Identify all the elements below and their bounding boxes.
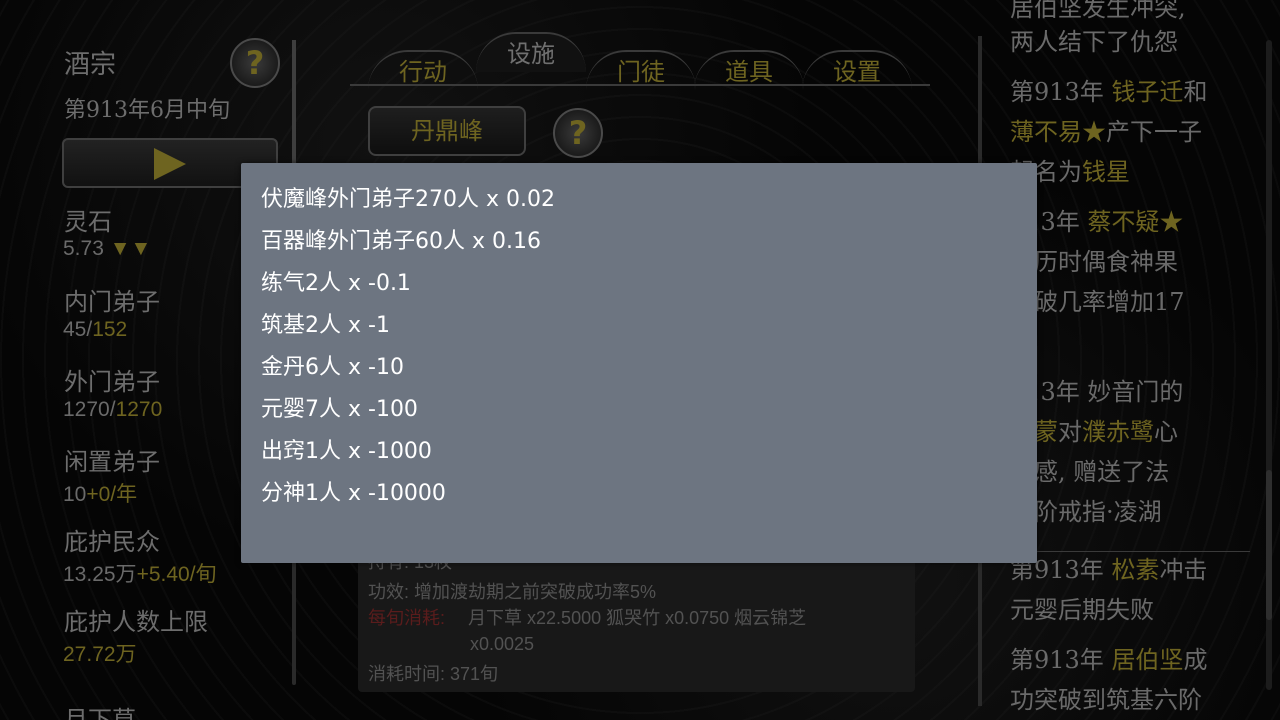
log-scrollbar-thumb[interactable] [1266, 470, 1272, 620]
popup-line: 伏魔峰外门弟子270人 x 0.02 [261, 187, 555, 212]
info-cost: 每旬消耗: 月下草 x22.5000 狐哭竹 x0.0750 烟云锦芝 [368, 604, 806, 630]
log-entry: 第913年 松素冲击 [1010, 556, 1208, 584]
stat-label-moon-grass: 月下草 [64, 706, 136, 720]
stat-value-protected-people: 13.25万+5.40/旬 [63, 563, 217, 586]
stat-label-spirit-stone: 灵石 [64, 208, 112, 236]
popup-line: 出窍1人 x -1000 [261, 439, 432, 464]
tab-settings[interactable]: 设置 [802, 50, 912, 90]
popup-line: 金丹6人 x -10 [261, 355, 404, 380]
game-date: 第913年6月中旬 [64, 98, 230, 123]
info-effect: 功效: 增加渡劫期之前突破成功率5% [368, 582, 657, 602]
main-tabs: 行动 设施 门徒 道具 设置 [350, 28, 930, 98]
info-time: 消耗时间: 371旬 [368, 664, 499, 684]
tab-items[interactable]: 道具 [694, 50, 804, 90]
help-button-facility[interactable]: ? [553, 108, 603, 158]
popup-line: 筑基2人 x -1 [261, 313, 390, 338]
log-entry: 元婴后期失败 [1010, 596, 1154, 624]
peak-select-button[interactable]: 丹鼎峰 [368, 106, 526, 156]
stat-label-inner-disciples: 内门弟子 [64, 288, 160, 316]
info-cost-value: 月下草 x22.5000 狐哭竹 x0.0750 烟云锦芝 [468, 608, 807, 628]
tab-facilities[interactable]: 设施 [476, 32, 586, 72]
info-cost-value-cont: x0.0025 [470, 634, 535, 654]
stat-label-outer-disciples: 外门弟子 [64, 368, 160, 396]
popup-line: 百器峰外门弟子60人 x 0.16 [261, 229, 541, 254]
log-entry: 第913年 钱子迁和 [1010, 78, 1208, 106]
stat-value-spirit-stone: 5.73 ▼▼ [63, 237, 152, 260]
tab-disciples[interactable]: 门徒 [586, 50, 696, 90]
stat-value-inner-disciples: 45/152 [63, 318, 128, 341]
popup-line: 练气2人 x -0.1 [261, 271, 411, 296]
log-entry: 居伯坚发生冲突, [1010, 0, 1186, 22]
stat-label-protected-people: 庇护民众 [64, 528, 160, 556]
stat-label-protection-cap: 庇护人数上限 [64, 608, 208, 636]
log-entry: 两人结下了仇怨 [1010, 28, 1178, 56]
sect-name: 酒宗 [64, 50, 117, 80]
play-icon [154, 148, 186, 180]
log-entry: 第913年 居伯坚成 [1010, 646, 1208, 674]
down-arrows-icon: ▼▼ [103, 237, 152, 260]
event-log: 居伯坚发生冲突, 两人结下了仇怨 第913年 钱子迁和 薄不易★产下一子 起名为… [1010, 0, 1260, 720]
stat-value-outer-disciples: 1270/1270 [63, 398, 163, 421]
log-entry: 薄不易★产下一子 [1010, 118, 1202, 146]
stat-value-protection-cap: 27.72万 [63, 643, 137, 666]
popup-line: 分神1人 x -10000 [261, 481, 446, 506]
tab-action[interactable]: 行动 [368, 50, 478, 90]
log-entry: 功突破到筑基六阶 [1010, 686, 1202, 714]
log-scrollbar[interactable] [1266, 40, 1272, 690]
help-button[interactable]: ? [230, 38, 280, 88]
stat-value-idle-disciples: 10+0/年 [63, 483, 138, 506]
stat-label-idle-disciples: 闲置弟子 [64, 448, 160, 476]
info-cost-label: 每旬消耗: [368, 608, 446, 628]
popup-line: 元婴7人 x -100 [261, 397, 418, 422]
income-breakdown-popup[interactable]: 伏魔峰外门弟子270人 x 0.02 百器峰外门弟子60人 x 0.16 练气2… [241, 163, 1037, 563]
